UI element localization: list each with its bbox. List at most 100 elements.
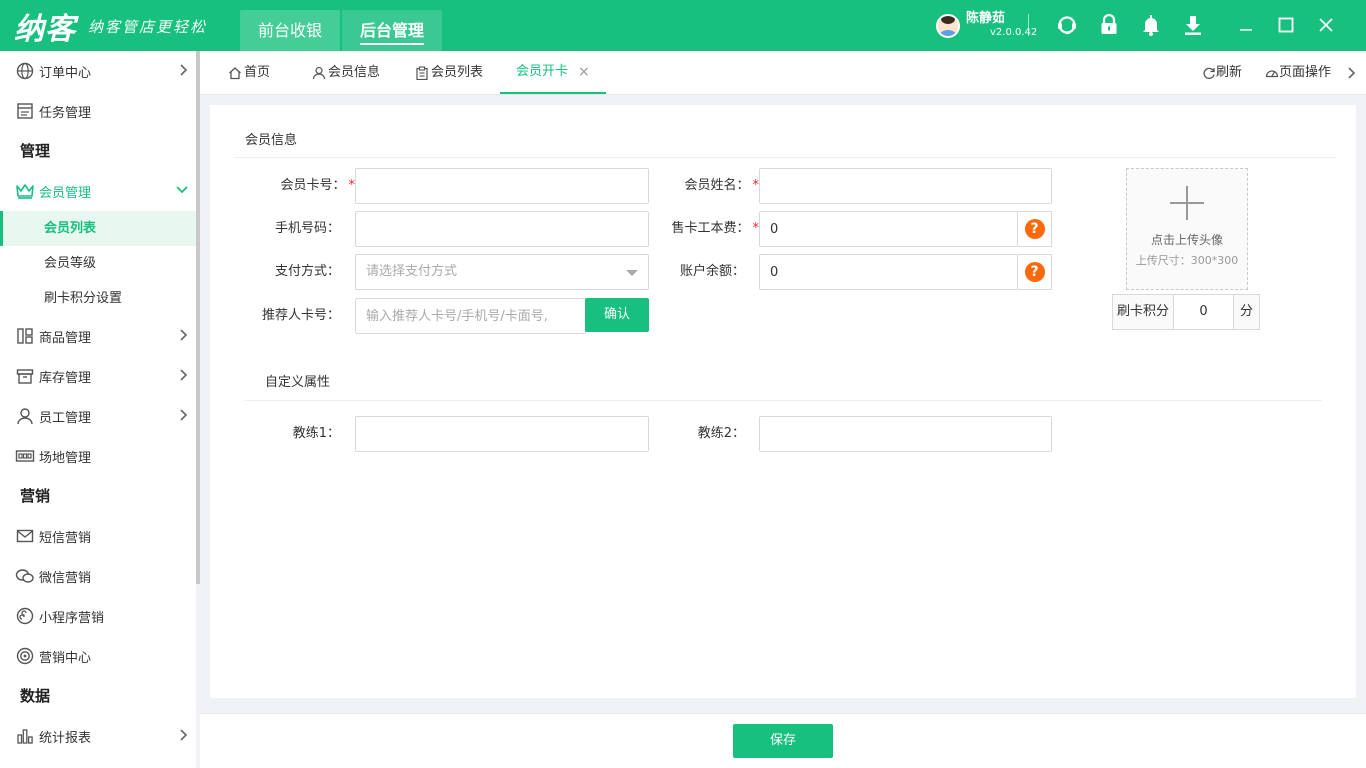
avatar-upload[interactable]: 点击上传头像 上传尺寸：300*300	[1126, 168, 1248, 290]
sidebar-item-label: 库存管理	[39, 370, 92, 386]
page-operations-label: 页面操作	[1279, 65, 1332, 80]
card-points-label: 刷卡积分	[1112, 294, 1175, 330]
tab-member-list[interactable]: 会员列表	[415, 51, 483, 95]
home-icon	[229, 67, 241, 80]
upload-text: 点击上传头像	[1150, 233, 1223, 247]
logo: 纳客 纳客管店更轻松	[14, 8, 208, 47]
sidebar-item-staff[interactable]: 员工管理	[0, 396, 196, 436]
user-name: 陈静茹	[966, 11, 1006, 26]
sidebar: 订单中心 任务管理 管理 会员管理 会员列表 会员等级 刷卡积分设置 商品管理 …	[0, 51, 196, 768]
phone-input[interactable]	[355, 211, 649, 247]
page-operations-button[interactable]: 页面操作	[1265, 51, 1331, 95]
clipboard-icon	[416, 66, 428, 80]
close-icon[interactable]: ×	[578, 50, 590, 94]
card-fee-input[interactable]	[759, 211, 1018, 247]
sidebar-item-marketing-center[interactable]: 营销中心	[0, 636, 196, 676]
sidebar-item-tasks[interactable]: 任务管理	[0, 91, 196, 131]
sidebar-item-miniprogram[interactable]: 小程序营销	[0, 596, 196, 636]
maximize-icon[interactable]	[1266, 14, 1306, 36]
card-fee-help-button[interactable]: ?	[1018, 211, 1052, 247]
minimize-icon[interactable]	[1226, 14, 1266, 36]
chart-icon	[15, 726, 35, 746]
sidebar-item-goods[interactable]: 商品管理	[0, 316, 196, 356]
phone-label: 手机号码：	[274, 221, 340, 236]
sidebar-item-label: 任务管理	[39, 105, 92, 121]
plus-icon-bar	[1170, 202, 1204, 204]
member-name-input[interactable]	[759, 168, 1052, 204]
refresh-label: 刷新	[1216, 65, 1243, 80]
card-points-input[interactable]: 0	[1174, 294, 1235, 330]
tab-label: 会员信息	[328, 65, 381, 80]
question-icon: ?	[1024, 262, 1045, 282]
sidebar-item-label: 统计报表	[39, 730, 92, 746]
sidebar-item-inventory[interactable]: 库存管理	[0, 356, 196, 396]
download-icon[interactable]	[1172, 14, 1214, 36]
inventory-icon	[15, 366, 35, 386]
tab-label: 首页	[244, 65, 271, 80]
bell-icon[interactable]	[1130, 14, 1172, 36]
card-fee-label: 售卡工本费： *	[650, 211, 759, 247]
user-text: 陈静茹 v2.0.0.42	[966, 12, 1037, 40]
tab-front-cashier[interactable]: 前台收银	[240, 10, 340, 51]
card-number-input[interactable]	[355, 168, 649, 204]
sidebar-item-orders[interactable]: 订单中心	[0, 51, 196, 91]
sidebar-subitem-member-levels[interactable]: 会员等级	[0, 246, 196, 281]
crown-icon	[15, 181, 35, 201]
payment-method-placeholder: 请选择支付方式	[366, 264, 458, 279]
headset-icon[interactable]	[1046, 14, 1088, 36]
tab-backend-management[interactable]: 后台管理	[342, 10, 442, 51]
balance-help-button[interactable]: ?	[1018, 254, 1052, 290]
top-bar: 纳客 纳客管店更轻松 前台收银 后台管理 陈静茹 v2.0.0.42	[0, 0, 1366, 51]
tab-home[interactable]: 首页	[228, 51, 270, 95]
refresh-button[interactable]: 刷新	[1202, 51, 1242, 95]
chevron-right-icon[interactable]	[1346, 51, 1356, 95]
sidebar-item-sms[interactable]: 短信营销	[0, 516, 196, 556]
close-icon[interactable]	[1306, 14, 1346, 36]
coach2-input[interactable]	[759, 416, 1052, 452]
header-divider	[1028, 14, 1029, 36]
logo-slogan: 纳客管店更轻松	[88, 17, 208, 36]
refresh-icon	[1203, 67, 1215, 80]
sidebar-item-reports[interactable]: 统计报表	[0, 716, 196, 756]
header-icons	[1046, 14, 1214, 36]
sidebar-item-venue[interactable]: 场地管理	[0, 436, 196, 476]
tab-label: 会员列表	[431, 65, 484, 80]
coach1-input[interactable]	[355, 416, 649, 452]
tab-member-info[interactable]: 会员信息	[312, 51, 380, 95]
coach1-label: 教练1：	[292, 426, 340, 441]
question-icon: ?	[1024, 219, 1045, 239]
member-open-card-form: 会员信息 会员卡号：* 会员姓名：* 手机号码： 售卡工本费：* ? 支付方式：…	[210, 105, 1356, 698]
sidebar-scrollbar[interactable]	[196, 51, 200, 584]
card-number-label: 会员卡号： *	[245, 168, 355, 204]
chevron-right-icon	[178, 329, 188, 345]
top-nav: 前台收银 后台管理	[240, 10, 444, 51]
tab-open-card[interactable]: 会员开卡 ×	[500, 51, 606, 94]
sidebar-item-label: 会员管理	[39, 185, 92, 201]
chevron-right-icon	[178, 64, 188, 80]
balance-input[interactable]	[759, 254, 1018, 290]
sidebar-item-members[interactable]: 会员管理	[0, 171, 196, 211]
member-name-label: 会员姓名： *	[650, 168, 759, 204]
chevron-right-icon	[178, 729, 188, 745]
sidebar-item-label: 小程序营销	[39, 610, 105, 626]
member-name-label-text: 会员姓名：	[684, 178, 750, 193]
venue-icon	[15, 446, 35, 466]
save-button[interactable]: 保存	[733, 724, 833, 758]
globe-icon	[15, 61, 35, 81]
chevron-right-icon	[178, 369, 188, 385]
payment-method-select[interactable]: 请选择支付方式	[355, 254, 649, 290]
section-title-custom-attrs: 自定义属性	[265, 375, 331, 390]
lock-icon[interactable]	[1088, 14, 1130, 36]
coach2-label: 教练2：	[697, 426, 745, 441]
sidebar-item-wechat[interactable]: 微信营销	[0, 556, 196, 596]
window-controls	[1226, 14, 1346, 36]
sidebar-subitem-card-points[interactable]: 刷卡积分设置	[0, 281, 196, 316]
referrer-input[interactable]	[355, 298, 586, 334]
chevron-down-icon	[176, 184, 188, 199]
logo-text: 纳客	[14, 12, 76, 47]
mail-icon	[15, 526, 35, 546]
user-icon	[312, 66, 326, 80]
sidebar-subitem-member-list[interactable]: 会员列表	[0, 211, 196, 246]
confirm-referrer-button[interactable]: 确认	[585, 298, 649, 332]
user-info[interactable]: 陈静茹 v2.0.0.42	[936, 12, 1037, 40]
